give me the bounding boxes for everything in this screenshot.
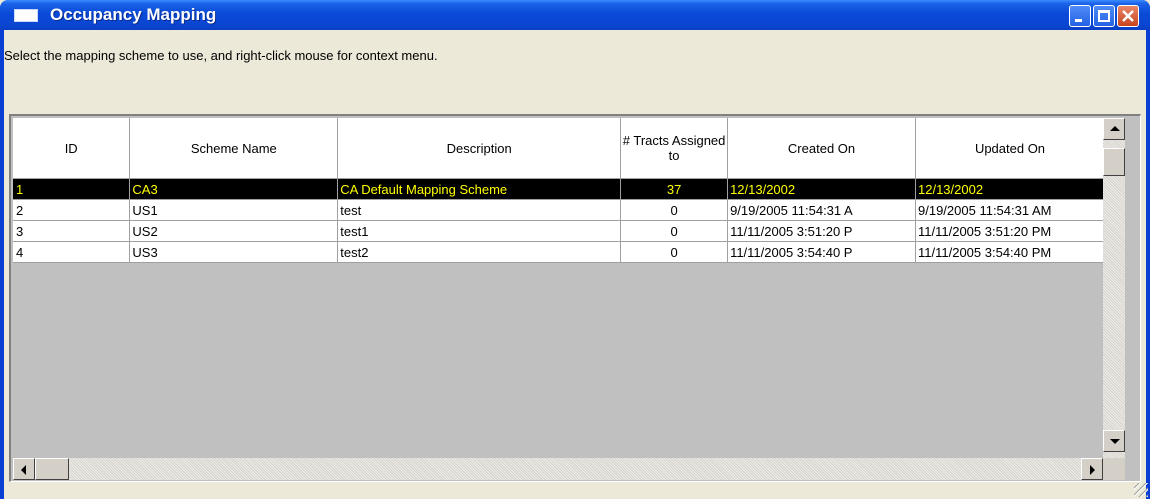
maximize-icon <box>1098 10 1110 22</box>
cell-tracts: 37 <box>620 178 729 200</box>
cell-description: test2 <box>337 241 622 263</box>
cell-created-on: 12/13/2002 <box>727 178 916 200</box>
cell-created-on: 11/11/2005 3:51:20 P <box>727 220 916 242</box>
scroll-down-arrow-icon <box>1110 439 1120 444</box>
window-icon <box>14 9 38 22</box>
cell-scheme-name: US3 <box>129 241 339 263</box>
column-header-tracts[interactable]: # Tracts Assigned to <box>620 118 729 179</box>
minimize-button[interactable] <box>1069 5 1091 27</box>
scrollbar-corner <box>1103 458 1125 480</box>
minimize-icon <box>1075 19 1082 22</box>
cell-updated-on: 12/13/2002 <box>915 178 1105 200</box>
scroll-down-button[interactable] <box>1103 430 1125 452</box>
cell-created-on: 9/19/2005 11:54:31 A <box>727 199 916 221</box>
cell-id: 2 <box>13 199 131 221</box>
window-title: Occupancy Mapping <box>50 5 217 24</box>
cell-description: test <box>337 199 622 221</box>
cell-scheme-name: CA3 <box>129 178 339 200</box>
scroll-right-button[interactable] <box>1081 458 1103 480</box>
cell-description: CA Default Mapping Scheme <box>337 178 622 200</box>
cell-updated-on: 11/11/2005 3:51:20 PM <box>915 220 1105 242</box>
horizontal-scroll-thumb[interactable] <box>35 458 69 480</box>
cell-created-on: 11/11/2005 3:54:40 P <box>727 241 916 263</box>
instruction-text: Select the mapping scheme to use, and ri… <box>4 48 438 63</box>
cell-description: test1 <box>337 220 622 242</box>
scroll-left-button[interactable] <box>13 458 35 480</box>
cell-updated-on: 11/11/2005 3:54:40 PM <box>915 241 1105 263</box>
column-header-scheme-name[interactable]: Scheme Name <box>129 118 339 179</box>
resize-grip-icon[interactable] <box>1134 483 1148 497</box>
occupancy-mapping-window: Occupancy Mapping Select the mapping sch… <box>0 0 1150 499</box>
column-header-created-on[interactable]: Created On <box>727 118 916 179</box>
grid-viewport: ID Scheme Name Description # Tracts Assi… <box>13 118 1105 458</box>
cell-id: 3 <box>13 220 131 242</box>
cell-updated-on: 9/19/2005 11:54:31 AM <box>915 199 1105 221</box>
table-row[interactable]: 2 US1 test 0 9/19/2005 11:54:31 A 9/19/2… <box>13 199 1105 221</box>
title-bar[interactable]: Occupancy Mapping <box>0 0 1150 30</box>
mapping-scheme-grid[interactable]: ID Scheme Name Description # Tracts Assi… <box>9 114 1141 482</box>
table-row[interactable]: 4 US3 test2 0 11/11/2005 3:54:40 P 11/11… <box>13 241 1105 263</box>
scroll-up-button[interactable] <box>1103 118 1125 140</box>
column-header-id[interactable]: ID <box>13 118 131 179</box>
cell-scheme-name: US2 <box>129 220 339 242</box>
scroll-right-arrow-icon <box>1090 465 1095 475</box>
cell-scheme-name: US1 <box>129 199 339 221</box>
table-row-selected[interactable]: 1 CA3 CA Default Mapping Scheme 37 12/13… <box>13 178 1105 200</box>
column-header-description[interactable]: Description <box>337 118 622 179</box>
close-button[interactable] <box>1117 5 1139 27</box>
vertical-scrollbar[interactable] <box>1103 118 1125 460</box>
cell-id: 1 <box>13 178 131 200</box>
scroll-up-arrow-icon <box>1110 126 1120 131</box>
cell-id: 4 <box>13 241 131 263</box>
close-icon <box>1122 10 1134 22</box>
table-row[interactable]: 3 US2 test1 0 11/11/2005 3:51:20 P 11/11… <box>13 220 1105 242</box>
column-header-updated-on[interactable]: Updated On <box>915 118 1105 179</box>
scroll-left-arrow-icon <box>21 465 26 475</box>
horizontal-scrollbar[interactable] <box>13 458 1103 480</box>
maximize-button[interactable] <box>1093 5 1115 27</box>
scheme-table: ID Scheme Name Description # Tracts Assi… <box>13 118 1105 263</box>
vertical-scroll-thumb[interactable] <box>1103 148 1125 176</box>
header-row: ID Scheme Name Description # Tracts Assi… <box>13 118 1105 179</box>
cell-tracts: 0 <box>620 220 729 242</box>
cell-tracts: 0 <box>620 241 729 263</box>
cell-tracts: 0 <box>620 199 729 221</box>
